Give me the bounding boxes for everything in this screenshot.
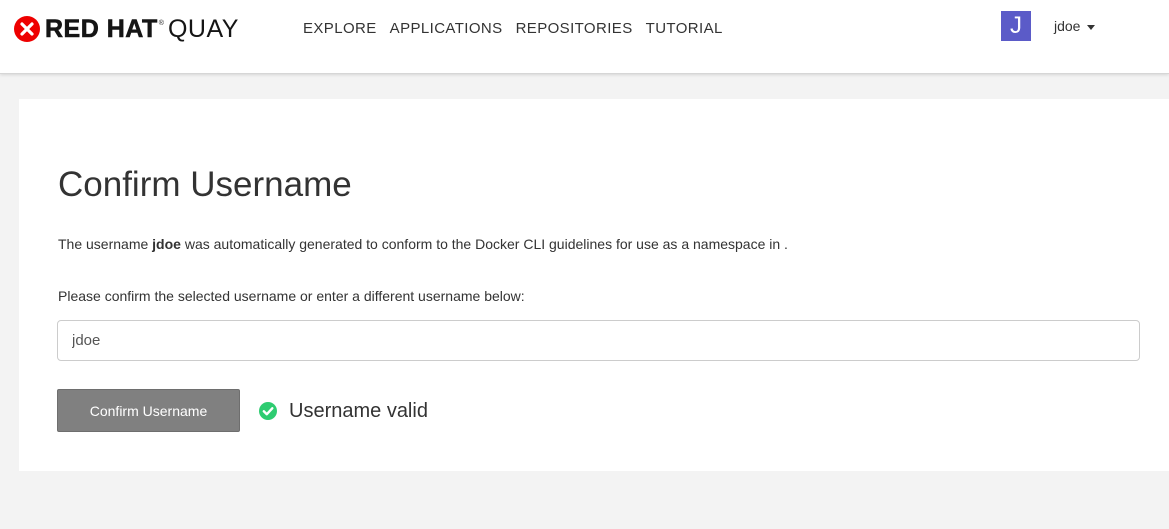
- confirm-username-button[interactable]: Confirm Username: [57, 389, 240, 432]
- nav-explore[interactable]: EXPLORE: [303, 20, 377, 38]
- brand-name-bold: RED HAT: [45, 15, 158, 44]
- top-navbar: RED HAT ® QUAY EXPLORE APPLICATIONS REPO…: [0, 0, 1169, 74]
- username-description: The username jdoe was automatically gene…: [58, 235, 788, 253]
- username-input[interactable]: [57, 320, 1140, 361]
- user-menu[interactable]: J jdoe: [1001, 11, 1096, 41]
- user-menu-username[interactable]: jdoe: [1054, 18, 1080, 34]
- page-title: Confirm Username: [58, 165, 352, 204]
- nav-tutorial[interactable]: TUTORIAL: [646, 20, 723, 38]
- description-username: jdoe: [152, 236, 181, 252]
- avatar[interactable]: J: [1001, 11, 1031, 41]
- confirm-username-panel: Confirm Username The username jdoe was a…: [19, 99, 1169, 471]
- description-suffix: was automatically generated to conform t…: [180, 236, 788, 252]
- main-nav: EXPLORE APPLICATIONS REPOSITORIES TUTORI…: [303, 20, 736, 38]
- brand-name-light: QUAY: [167, 15, 239, 43]
- nav-repositories[interactable]: REPOSITORIES: [516, 20, 633, 38]
- username-prompt: Please confirm the selected username or …: [58, 288, 525, 304]
- username-status: Username valid: [259, 400, 428, 422]
- description-prefix: The username: [58, 236, 153, 252]
- brand-registered-mark: ®: [158, 19, 164, 27]
- brand-logo-link[interactable]: RED HAT ® QUAY: [13, 14, 239, 44]
- status-text: Username valid: [289, 400, 428, 422]
- chevron-down-icon[interactable]: [1087, 24, 1096, 30]
- check-circle-icon: [259, 402, 277, 420]
- red-hat-logo-icon: [14, 16, 40, 42]
- nav-applications[interactable]: APPLICATIONS: [390, 20, 503, 38]
